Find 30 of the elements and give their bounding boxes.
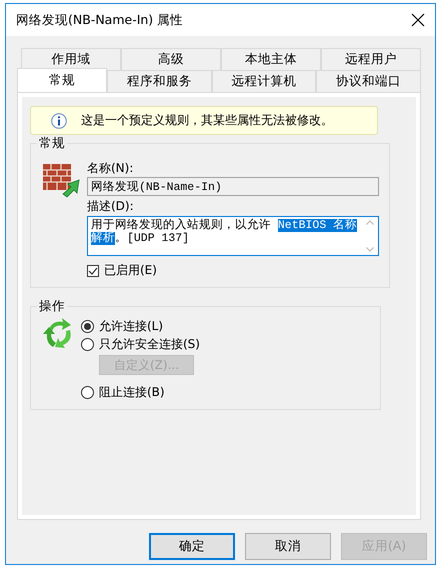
scroll-up-icon — [366, 220, 374, 225]
enabled-checkbox[interactable] — [87, 264, 99, 276]
dialog-button[interactable]: 确定 — [149, 533, 235, 560]
tab[interactable]: 本地主体 — [221, 48, 321, 70]
close-icon[interactable] — [411, 13, 425, 27]
window-title: 网络发现(NB-Name-In) 属性 — [16, 12, 184, 28]
group-title: 常规 — [38, 135, 66, 152]
tab[interactable]: 程序和服务 — [107, 70, 212, 92]
scroll-down-icon — [366, 247, 374, 252]
checkbox-label: 已启用(E) — [104, 262, 157, 279]
tab[interactable]: 远程计算机 — [212, 70, 316, 92]
group-title: 操作 — [38, 298, 66, 315]
radio-label: 允许连接(L) — [99, 318, 164, 334]
description-field[interactable]: 用于网络发现的入站规则，以允许 NetBIOS 名称解析。[UDP 137] — [87, 216, 379, 256]
info-icon — [51, 112, 67, 128]
radio-button[interactable] — [81, 386, 94, 398]
radio-label: 阻止连接(B) — [99, 384, 165, 400]
name-field[interactable]: 网络发现(NB-Name-In) — [87, 177, 379, 196]
name-label: 名称(N): — [87, 160, 134, 177]
tab[interactable]: 作用域 — [21, 48, 121, 70]
radio-button[interactable] — [81, 338, 94, 350]
description-label: 描述(D): — [87, 198, 135, 215]
dialog-button[interactable]: 取消 — [245, 533, 331, 560]
tab[interactable]: 协议和端口 — [316, 70, 422, 92]
tab[interactable]: 常规 — [17, 68, 107, 92]
tab[interactable]: 高级 — [121, 48, 221, 70]
radio-button[interactable] — [81, 320, 94, 332]
tab[interactable]: 远程用户 — [321, 48, 421, 70]
info-message: 这是一个预定义规则，其某些属性无法被修改。 — [81, 112, 333, 129]
radio-label: 只允许安全连接(S) — [99, 336, 200, 352]
